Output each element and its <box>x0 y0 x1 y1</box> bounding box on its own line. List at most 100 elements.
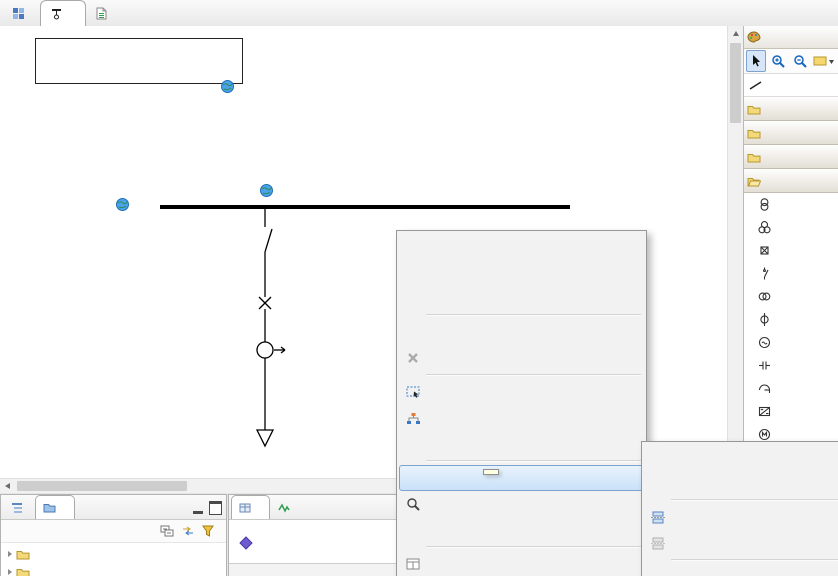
submenu-item-rulers[interactable] <box>644 470 838 496</box>
tab-single-line-diagram[interactable] <box>40 0 86 26</box>
tab-outline[interactable] <box>3 495 35 519</box>
collapse-all-button[interactable] <box>160 525 174 537</box>
scroll-left-button[interactable] <box>0 479 15 493</box>
menu-item-arrange-all[interactable] <box>399 405 644 431</box>
project-tree <box>1 543 226 576</box>
palette-item-voltage-transformer[interactable] <box>744 285 838 308</box>
globe-badge-icon <box>116 198 129 211</box>
outline-icon <box>11 502 23 514</box>
menu-item-add[interactable] <box>399 233 644 259</box>
menu-separator <box>426 314 641 316</box>
menu-item-filters[interactable] <box>399 431 644 457</box>
outline-project-panel <box>0 494 227 576</box>
properties-icon <box>239 502 251 514</box>
arrange-all-icon <box>402 409 424 427</box>
scl-file-icon <box>96 7 107 20</box>
menu-item-view[interactable] <box>399 465 644 491</box>
palette-drawer-substation-structure[interactable] <box>744 97 838 121</box>
reactor-icon <box>756 381 773 396</box>
circuit-breaker-icon <box>756 243 773 258</box>
palette-item-capacitor-bank[interactable] <box>744 354 838 377</box>
expand-chevron-icon[interactable] <box>8 551 12 557</box>
menu-item-file[interactable] <box>399 285 644 311</box>
tab-dashboard[interactable] <box>2 0 40 26</box>
canvas-vertical-scrollbar[interactable] <box>727 26 743 478</box>
project-explorer-icon <box>43 502 56 513</box>
palette-item-reactor[interactable] <box>744 377 838 400</box>
voltage-transformer-icon <box>756 289 773 304</box>
menu-item-load-single-line[interactable] <box>399 517 644 543</box>
palette-drawer-power-equipment[interactable] <box>744 169 838 193</box>
menu-separator <box>671 499 838 501</box>
palette-item-2-winding-transformer[interactable] <box>744 193 838 216</box>
current-transformer-shape <box>257 342 273 358</box>
properties-view-icon <box>402 555 424 573</box>
substation-box[interactable] <box>35 38 243 84</box>
palette-item-convertor[interactable] <box>744 400 838 423</box>
signals-icon <box>278 502 290 514</box>
open-folder-icon <box>747 176 761 187</box>
menu-separator <box>426 374 641 376</box>
palette-tool-electrical-connection[interactable] <box>744 74 838 97</box>
folder-icon <box>16 549 30 560</box>
menu-separator <box>671 559 838 561</box>
marquee-tool-dropdown[interactable] <box>812 50 837 72</box>
palette-toolbar <box>744 49 838 74</box>
tree-item-clipped[interactable] <box>6 563 226 576</box>
palette-item-current-transformer[interactable] <box>744 308 838 331</box>
marquee-select-icon <box>402 383 424 401</box>
palette-drawer-bay-busbar-2[interactable] <box>744 145 838 169</box>
motor-icon <box>756 427 773 442</box>
menu-item-edit[interactable] <box>399 319 644 345</box>
palette-drawer-bay-busbar-1[interactable] <box>744 121 838 145</box>
application-window <box>0 0 838 576</box>
menu-item-navigate[interactable] <box>399 259 644 285</box>
palette-item-3-winding-transformer[interactable] <box>744 216 838 239</box>
delete-icon <box>402 349 424 367</box>
palette-item-circuit-breaker[interactable] <box>744 239 838 262</box>
connection-icon <box>749 80 762 91</box>
editor-tabbar <box>0 0 838 27</box>
palette-header[interactable] <box>744 26 838 49</box>
minimize-button[interactable] <box>193 502 203 514</box>
dashboard-icon <box>12 7 25 20</box>
tab-properties[interactable] <box>231 495 270 519</box>
cable-termination-shape <box>257 430 273 446</box>
zoom-out-tool-button[interactable] <box>790 50 810 72</box>
transformer-2w-icon <box>756 197 773 212</box>
folder-icon <box>16 567 30 576</box>
select-tool-button[interactable] <box>746 50 766 72</box>
convertor-icon <box>756 404 773 419</box>
menu-item-show-properties-view[interactable] <box>399 551 644 576</box>
submenu-item-snap-to-grid[interactable] <box>644 564 838 576</box>
submenu-item-grid[interactable] <box>644 444 838 470</box>
submenu-item-page-breaks[interactable] <box>644 504 838 530</box>
context-menu <box>396 230 647 576</box>
horizontal-scroll-thumb[interactable] <box>17 481 187 491</box>
vertical-scroll-thumb[interactable] <box>730 43 741 123</box>
zoom-in-tool-button[interactable] <box>768 50 788 72</box>
busbar-shape <box>160 205 570 209</box>
tree-item-libraries[interactable] <box>6 545 226 563</box>
page-breaks-icon <box>647 508 669 526</box>
generator-icon <box>756 335 773 350</box>
expand-chevron-icon[interactable] <box>8 569 12 575</box>
menu-item-select[interactable] <box>399 379 644 405</box>
scroll-up-button[interactable] <box>728 26 743 41</box>
filter-button[interactable] <box>202 525 214 537</box>
palette-item-generator[interactable] <box>744 331 838 354</box>
menu-item-zoom[interactable] <box>399 491 644 517</box>
link-with-editor-button[interactable] <box>181 525 195 537</box>
palette-icon <box>747 31 761 43</box>
view-menu-tooltip <box>483 469 499 475</box>
palette-item-disconnector[interactable] <box>744 262 838 285</box>
capacitor-icon <box>756 358 773 373</box>
tab-project-explorer[interactable] <box>35 495 75 519</box>
project-explorer-toolbar <box>1 520 226 543</box>
tab-signals[interactable] <box>270 495 302 519</box>
tab-sts-scl[interactable] <box>86 0 130 26</box>
maximize-button[interactable] <box>209 501 222 515</box>
view-submenu <box>641 441 838 576</box>
folder-icon <box>747 104 761 115</box>
current-transformer-icon <box>756 312 773 327</box>
